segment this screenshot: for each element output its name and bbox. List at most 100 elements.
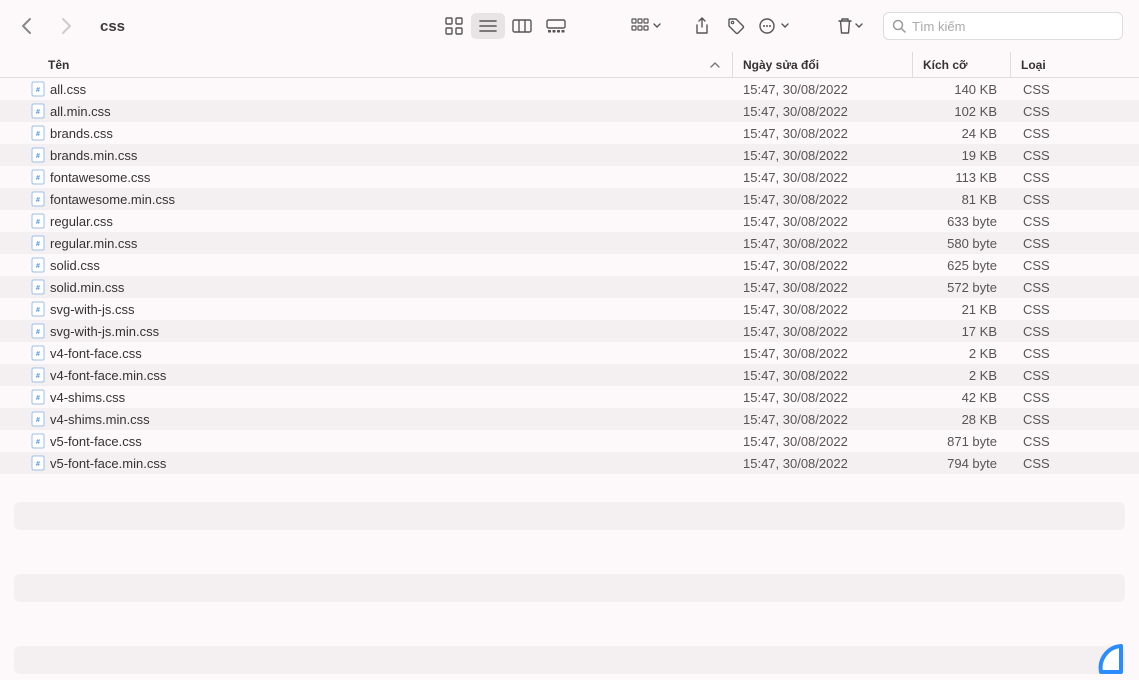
search-input[interactable] bbox=[912, 19, 1114, 34]
column-view-button[interactable] bbox=[505, 13, 539, 39]
svg-text:#: # bbox=[36, 461, 40, 468]
column-name-label: Tên bbox=[48, 58, 69, 72]
file-date: 15:47, 30/08/2022 bbox=[733, 214, 913, 229]
column-header-date[interactable]: Ngày sửa đổi bbox=[733, 52, 913, 77]
footer-placeholder bbox=[14, 574, 1125, 602]
file-row[interactable]: #brands.min.css15:47, 30/08/202219 KBCSS bbox=[0, 144, 1139, 166]
file-row[interactable]: #svg-with-js.min.css15:47, 30/08/202217 … bbox=[0, 320, 1139, 342]
file-row[interactable]: #v4-font-face.css15:47, 30/08/20222 KBCS… bbox=[0, 342, 1139, 364]
file-kind: CSS bbox=[1011, 302, 1139, 317]
file-name: svg-with-js.css bbox=[50, 302, 733, 317]
gallery-view-button[interactable] bbox=[539, 13, 573, 39]
css-file-icon: # bbox=[30, 103, 46, 119]
file-date: 15:47, 30/08/2022 bbox=[733, 104, 913, 119]
file-size: 102 KB bbox=[913, 104, 1011, 119]
search-box[interactable] bbox=[883, 12, 1123, 40]
file-date: 15:47, 30/08/2022 bbox=[733, 412, 913, 427]
share-button[interactable] bbox=[687, 13, 717, 39]
css-file-icon: # bbox=[30, 279, 46, 295]
file-row[interactable]: #v4-shims.min.css15:47, 30/08/202228 KBC… bbox=[0, 408, 1139, 430]
tag-icon bbox=[727, 17, 745, 35]
back-button[interactable] bbox=[16, 16, 36, 36]
file-name: v4-font-face.css bbox=[50, 346, 733, 361]
svg-text:#: # bbox=[36, 219, 40, 226]
list-view-button[interactable] bbox=[471, 13, 505, 39]
file-size: 140 KB bbox=[913, 82, 1011, 97]
file-size: 81 KB bbox=[913, 192, 1011, 207]
file-date: 15:47, 30/08/2022 bbox=[733, 456, 913, 471]
file-name: v5-font-face.min.css bbox=[50, 456, 733, 471]
column-header-size[interactable]: Kích cỡ bbox=[913, 52, 1011, 77]
file-kind: CSS bbox=[1011, 412, 1139, 427]
tags-button[interactable] bbox=[721, 13, 751, 39]
file-kind: CSS bbox=[1011, 324, 1139, 339]
file-row[interactable]: #all.min.css15:47, 30/08/2022102 KBCSS bbox=[0, 100, 1139, 122]
file-row[interactable]: #solid.css15:47, 30/08/2022625 byteCSS bbox=[0, 254, 1139, 276]
trash-button[interactable] bbox=[833, 13, 867, 39]
file-row[interactable]: #solid.min.css15:47, 30/08/2022572 byteC… bbox=[0, 276, 1139, 298]
file-name: regular.css bbox=[50, 214, 733, 229]
file-date: 15:47, 30/08/2022 bbox=[733, 126, 913, 141]
file-kind: CSS bbox=[1011, 434, 1139, 449]
file-row[interactable]: #svg-with-js.css15:47, 30/08/202221 KBCS… bbox=[0, 298, 1139, 320]
file-size: 794 byte bbox=[913, 456, 1011, 471]
svg-text:#: # bbox=[36, 329, 40, 336]
column-header-kind[interactable]: Loại bbox=[1011, 52, 1139, 77]
file-row[interactable]: # v5-font-face.min.css15:47, 30/08/202279… bbox=[0, 452, 1139, 474]
file-row[interactable]: #regular.min.css15:47, 30/08/2022580 byt… bbox=[0, 232, 1139, 254]
file-row[interactable]: #fontawesome.min.css15:47, 30/08/202281 … bbox=[0, 188, 1139, 210]
file-date: 15:47, 30/08/2022 bbox=[733, 258, 913, 273]
file-kind: CSS bbox=[1011, 148, 1139, 163]
file-row[interactable]: #fontawesome.css15:47, 30/08/2022113 KBC… bbox=[0, 166, 1139, 188]
file-kind: CSS bbox=[1011, 280, 1139, 295]
file-kind: CSS bbox=[1011, 214, 1139, 229]
file-kind: CSS bbox=[1011, 104, 1139, 119]
search-icon bbox=[892, 19, 906, 33]
svg-text:#: # bbox=[36, 87, 40, 94]
svg-text:#: # bbox=[36, 131, 40, 138]
file-kind: CSS bbox=[1011, 456, 1139, 471]
css-file-icon: # bbox=[30, 213, 46, 229]
file-row[interactable]: #v4-shims.css15:47, 30/08/202242 KBCSS bbox=[0, 386, 1139, 408]
column-date-label: Ngày sửa đổi bbox=[743, 58, 819, 72]
file-row[interactable]: #all.css15:47, 30/08/2022140 KBCSS bbox=[0, 78, 1139, 100]
css-file-icon: # bbox=[30, 125, 46, 141]
css-file-icon: # bbox=[30, 411, 46, 427]
svg-text:#: # bbox=[36, 153, 40, 160]
css-file-icon: # bbox=[30, 455, 46, 471]
file-date: 15:47, 30/08/2022 bbox=[733, 82, 913, 97]
gallery-icon bbox=[546, 19, 566, 33]
css-file-icon: # bbox=[30, 191, 46, 207]
file-name: fontawesome.css bbox=[50, 170, 733, 185]
file-row[interactable]: #brands.css15:47, 30/08/202224 KBCSS bbox=[0, 122, 1139, 144]
svg-text:#: # bbox=[36, 307, 40, 314]
file-size: 113 KB bbox=[913, 170, 1011, 185]
file-date: 15:47, 30/08/2022 bbox=[733, 148, 913, 163]
file-row[interactable]: # regular.css15:47, 30/08/2022633 byteCSS bbox=[0, 210, 1139, 232]
css-file-icon: # bbox=[30, 323, 46, 339]
css-file-icon: # bbox=[30, 147, 46, 163]
column-size-label: Kích cỡ bbox=[923, 58, 968, 72]
finder-window: css bbox=[0, 0, 1139, 680]
file-name: svg-with-js.min.css bbox=[50, 324, 733, 339]
file-size: 572 byte bbox=[913, 280, 1011, 295]
file-row[interactable]: #v5-font-face.css15:47, 30/08/2022871 by… bbox=[0, 430, 1139, 452]
column-header-name[interactable]: Tên bbox=[48, 52, 733, 77]
file-name: fontawesome.min.css bbox=[50, 192, 733, 207]
file-size: 42 KB bbox=[913, 390, 1011, 405]
css-file-icon: # bbox=[30, 301, 46, 317]
file-kind: CSS bbox=[1011, 368, 1139, 383]
file-kind: CSS bbox=[1011, 170, 1139, 185]
file-size: 2 KB bbox=[913, 346, 1011, 361]
icon-view-button[interactable] bbox=[437, 13, 471, 39]
file-name: solid.min.css bbox=[50, 280, 733, 295]
file-name: v5-font-face.css bbox=[50, 434, 733, 449]
svg-text:#: # bbox=[36, 351, 40, 358]
file-row[interactable]: #v4-font-face.min.css15:47, 30/08/20222 … bbox=[0, 364, 1139, 386]
file-size: 633 byte bbox=[913, 214, 1011, 229]
group-by-button[interactable] bbox=[627, 13, 665, 39]
actions-button[interactable] bbox=[755, 13, 793, 39]
forward-button[interactable] bbox=[56, 16, 76, 36]
file-size: 2 KB bbox=[913, 368, 1011, 383]
css-file-icon: # bbox=[30, 81, 46, 97]
